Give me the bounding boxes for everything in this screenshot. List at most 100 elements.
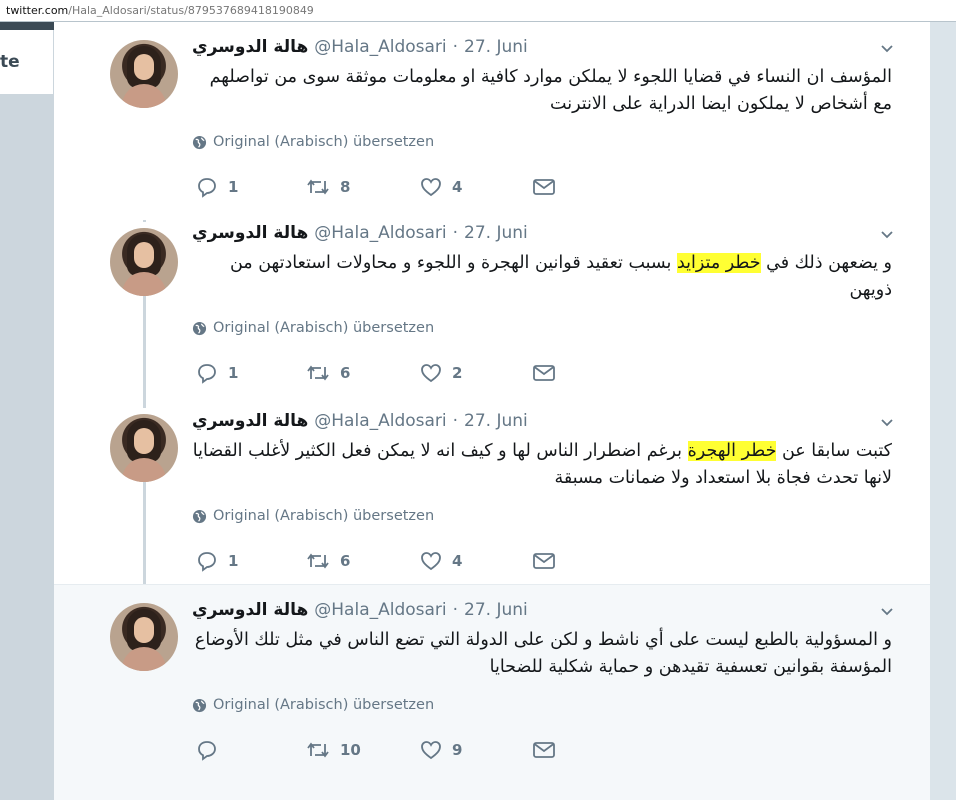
retweet-button[interactable]: 8 (306, 175, 350, 199)
highlighted-text: خطر متزايد (676, 253, 761, 273)
chevron-down-icon[interactable] (880, 605, 894, 619)
like-button[interactable]: 4 (420, 549, 462, 573)
tweet-header: هالة الدوسري @Hala_Aldosari · 27. Juni (192, 36, 892, 58)
chevron-down-icon[interactable] (880, 228, 894, 242)
highlighted-text: خطر الهجرة (687, 441, 777, 461)
tweet-header: هالة الدوسري @Hala_Aldosari · 27. Juni (192, 599, 892, 621)
author-name[interactable]: هالة الدوسري (192, 411, 308, 431)
avatar[interactable] (110, 40, 178, 108)
chevron-down-icon[interactable] (880, 42, 894, 56)
retweet-count: 6 (340, 552, 351, 570)
address-bar[interactable]: twitter.com/Hala_Aldosari/status/8795376… (0, 0, 956, 22)
like-icon (421, 741, 441, 760)
dm-icon (533, 365, 555, 381)
retweet-icon (307, 179, 329, 195)
retweet-count: 6 (340, 364, 351, 382)
translate-label: Original (Arabisch) übersetzen (213, 697, 435, 713)
author-name[interactable]: هالة الدوسري (192, 223, 308, 243)
reply-count: 1 (228, 552, 239, 570)
tweet-header: هالة الدوسري @Hala_Aldosari · 27. Juni (192, 222, 892, 244)
reply-count: 1 (228, 178, 239, 196)
reply-count: 1 (228, 364, 239, 382)
author-handle[interactable]: @Hala_Aldosari (314, 411, 446, 431)
tweet-actions: 10 9 (192, 738, 612, 762)
tweet-date[interactable]: 27. Juni (464, 600, 528, 620)
scrollbar-track[interactable] (930, 22, 956, 800)
author-name[interactable]: هالة الدوسري (192, 37, 308, 57)
left-panel-lower (0, 94, 54, 800)
retweet-button[interactable]: 6 (306, 549, 350, 573)
tweet-date[interactable]: 27. Juni (464, 411, 528, 431)
globe-icon (192, 698, 207, 712)
like-count: 4 (452, 552, 463, 570)
author-handle[interactable]: @Hala_Aldosari (314, 37, 446, 57)
author-handle[interactable]: @Hala_Aldosari (314, 600, 446, 620)
separator: · (452, 411, 459, 431)
globe-icon (192, 509, 207, 523)
like-button[interactable]: 9 (420, 738, 462, 762)
avatar[interactable] (110, 603, 178, 671)
tweet[interactable]: هالة الدوسري @Hala_Aldosari · 27. Juni ا… (54, 22, 930, 220)
direct-message-button[interactable] (532, 738, 556, 762)
tweet-header: هالة الدوسري @Hala_Aldosari · 27. Juni (192, 410, 892, 432)
retweet-icon (307, 553, 329, 569)
like-count: 2 (452, 364, 463, 382)
author-handle[interactable]: @Hala_Aldosari (314, 223, 446, 243)
tweet-text: و المسؤولية بالطبع ليست على أي ناشط و لك… (194, 630, 892, 677)
like-count: 9 (452, 741, 463, 759)
direct-message-button[interactable] (532, 549, 556, 573)
globe-icon (192, 321, 207, 335)
tweet-date[interactable]: 27. Juni (464, 223, 528, 243)
direct-message-button[interactable] (532, 361, 556, 385)
reply-button[interactable] (196, 738, 228, 762)
tweet[interactable]: هالة الدوسري @Hala_Aldosari · 27. Juni و… (54, 584, 930, 800)
like-icon (421, 552, 441, 571)
avatar[interactable] (110, 414, 178, 482)
author-name[interactable]: هالة الدوسري (192, 600, 308, 620)
tweet-actions: 1 6 4 (192, 549, 612, 573)
retweet-button[interactable]: 10 (306, 738, 361, 762)
dm-icon (533, 742, 555, 758)
chevron-down-icon[interactable] (880, 416, 894, 430)
separator: · (452, 223, 459, 243)
tweet[interactable]: هالة الدوسري @Hala_Aldosari · 27. Juni و… (54, 208, 930, 396)
direct-message-button[interactable] (532, 175, 556, 199)
like-count: 4 (452, 178, 463, 196)
reply-button[interactable]: 1 (196, 549, 238, 573)
tweet[interactable]: هالة الدوسري @Hala_Aldosari · 27. Juni ك… (54, 396, 930, 584)
retweet-icon (307, 365, 329, 381)
like-button[interactable]: 2 (420, 361, 462, 385)
like-button[interactable]: 4 (420, 175, 462, 199)
globe-icon (192, 135, 207, 149)
reply-icon (198, 552, 216, 572)
retweet-count: 8 (340, 178, 351, 196)
avatar[interactable] (110, 228, 178, 296)
tweet-actions: 1 8 4 (192, 175, 612, 199)
retweet-icon (307, 742, 329, 758)
tweet-date[interactable]: 27. Juni (464, 37, 528, 57)
reply-icon (198, 364, 216, 384)
separator: · (452, 600, 459, 620)
retweet-count: 10 (340, 741, 361, 759)
url-host: twitter.com (6, 4, 69, 17)
translate-link[interactable]: Original (Arabisch) übersetzen (192, 695, 434, 715)
like-icon (421, 178, 441, 197)
translate-link[interactable]: Original (Arabisch) übersetzen (192, 318, 434, 338)
tweet-text: كتبت سابقا عن خطر الهجرة برغم اضطرار الن… (192, 441, 892, 488)
reply-button[interactable]: 1 (196, 175, 238, 199)
translate-label: Original (Arabisch) übersetzen (213, 320, 435, 336)
separator: · (452, 37, 459, 57)
translate-link[interactable]: Original (Arabisch) übersetzen (192, 506, 434, 526)
reply-icon (198, 741, 216, 761)
retweet-button[interactable]: 6 (306, 361, 350, 385)
dm-icon (533, 553, 555, 569)
url-path: /Hala_Aldosari/status/879537689418190849 (68, 4, 314, 17)
tweet-thread: هالة الدوسري @Hala_Aldosari · 27. Juni ا… (54, 22, 930, 800)
left-panel-fragment: te (0, 30, 54, 94)
like-icon (421, 364, 441, 383)
dm-icon (533, 179, 555, 195)
translate-link[interactable]: Original (Arabisch) übersetzen (192, 132, 434, 152)
reply-button[interactable]: 1 (196, 361, 238, 385)
tweet-actions: 1 6 2 (192, 361, 612, 385)
reply-icon (198, 178, 216, 198)
